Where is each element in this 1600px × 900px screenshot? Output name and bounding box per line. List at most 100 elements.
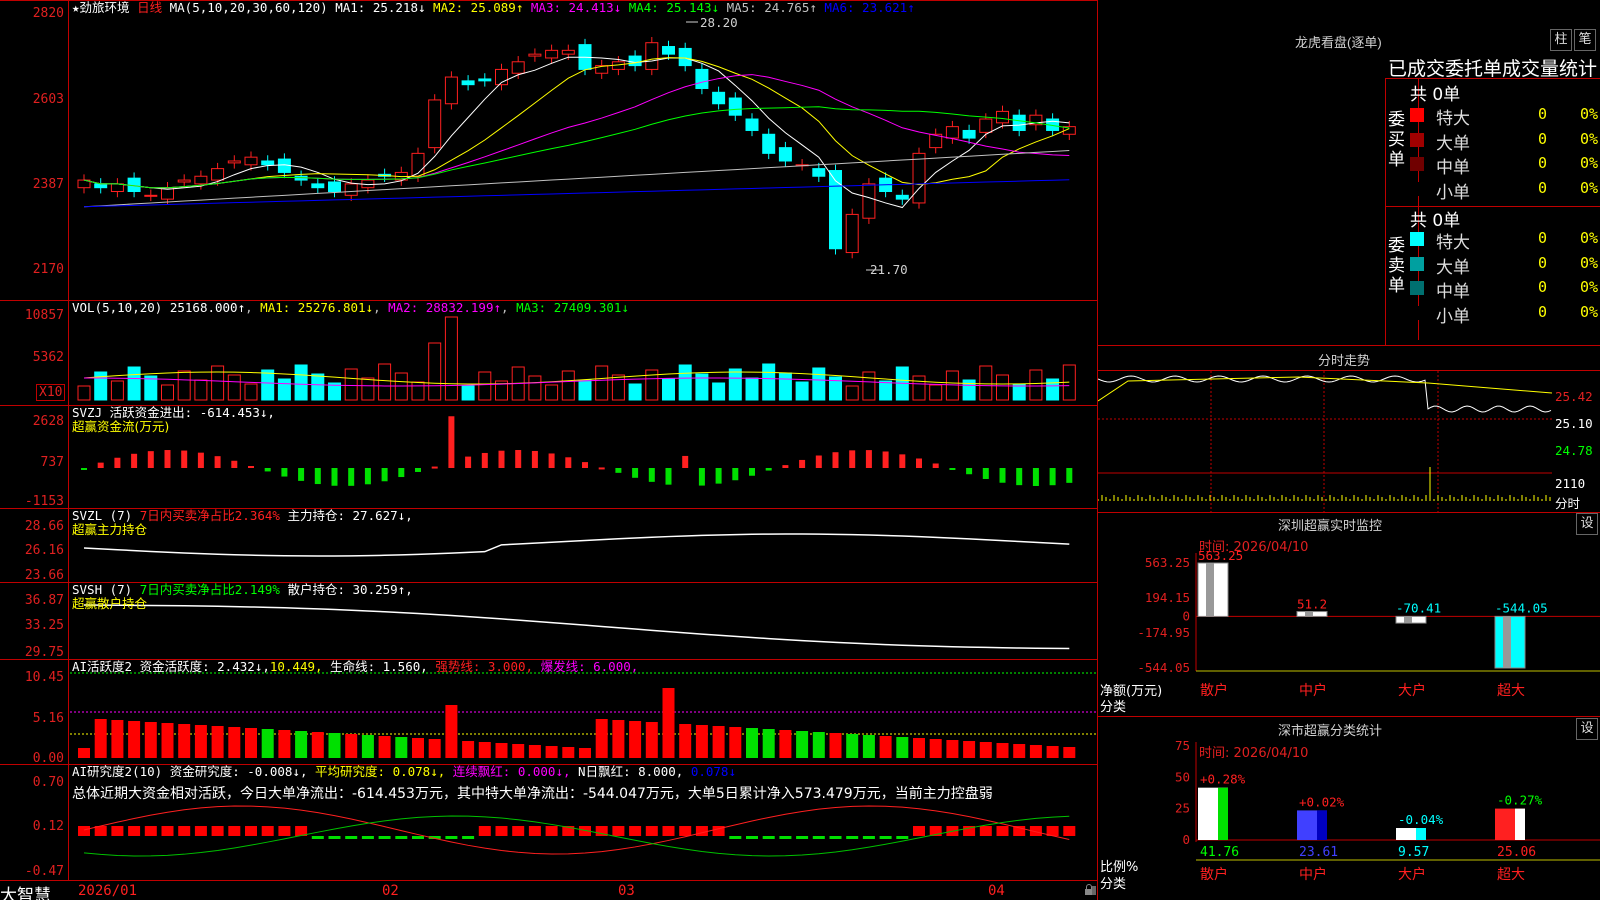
order-count: 0 (1538, 229, 1548, 247)
order-size-label: 大单 (1436, 257, 1470, 278)
volume-bar (812, 367, 826, 401)
main-net-ratio: 7日内买卖净占比2.364% (139, 508, 280, 523)
fund-flow-bar (264, 468, 271, 472)
vol-label: VOL(5,10,20) (72, 300, 163, 315)
vol-ma2: MA2: 28832.199↑ (388, 300, 502, 315)
class-axis-tick: 25 (1175, 801, 1190, 816)
candle-body (962, 129, 976, 139)
volume-bar (662, 378, 675, 401)
tick-view-button[interactable]: 笔 (1574, 29, 1596, 51)
class-bar-shade (1416, 828, 1426, 840)
order-stat-row: 特大 0 0% (1410, 227, 1600, 253)
fund-flow-bar (916, 458, 922, 468)
fund-flow-bar (565, 457, 572, 468)
research-value: 资金研究度: -0.008↓, (169, 764, 308, 779)
fund-flow-bar (715, 468, 722, 484)
life-line-value: 生命线: 1.560, (330, 659, 428, 674)
activity-bar (862, 735, 875, 758)
order-count: 0 (1538, 253, 1548, 272)
volume-bar (578, 379, 592, 401)
research-axis-tick: 0.70 (32, 775, 64, 790)
order-stat-row: 大单 0 0% (1410, 128, 1600, 154)
star-icon[interactable]: ★ (72, 0, 80, 15)
buy-total: 共 0单 (1410, 85, 1461, 105)
research-bar (629, 826, 642, 836)
volume-bar (361, 377, 375, 401)
activity-bar (328, 733, 341, 758)
order-percent: 0% (1580, 129, 1599, 148)
candle-body (227, 160, 241, 164)
fund-flow-bar (81, 468, 87, 470)
research-bar (812, 836, 825, 839)
volume-bar (461, 385, 475, 401)
retail-axis-tick: 29.75 (24, 645, 64, 660)
activity-bar (211, 726, 224, 758)
fund-flow-bar (147, 451, 154, 468)
order-count: 0 (1538, 105, 1548, 123)
ma1-value: MA1: 25.218↓ (335, 0, 426, 15)
activity-bar (1029, 745, 1042, 758)
class-chart[interactable]: 75 50 25 0 +0.28% 41.76 散户 +0.02% 23.61 中户 -0.04% 9… (1098, 716, 1600, 900)
strong-line-value: 强势线: 3.000, (435, 659, 534, 674)
research-bar (862, 836, 875, 839)
candle-body (745, 118, 759, 131)
vol-unit-badge: X10 (36, 384, 66, 401)
volume-bar (979, 365, 993, 401)
volume-bar (411, 381, 425, 401)
fund-flow-bar (164, 450, 171, 468)
order-stat-row: 小单 0 0% (1410, 177, 1600, 203)
main-holding-line (83, 533, 1070, 557)
main-chart-area[interactable]: 28.20 21.70 2820 2603 2387 2170 10857 53… (0, 0, 1098, 900)
research-bar (645, 826, 658, 836)
volume-bar (611, 374, 625, 401)
research-bar (462, 836, 475, 839)
volume-bar (211, 365, 225, 401)
price-axis-tick: 2603 (32, 92, 64, 107)
research-bar (979, 826, 992, 836)
class-change-label: -0.27% (1497, 793, 1543, 808)
volume-bar (929, 384, 943, 401)
activity-bar (695, 725, 708, 758)
candle-body (261, 160, 275, 166)
intraday-chart[interactable] (1098, 371, 1600, 513)
period-label[interactable]: 日线 (137, 0, 162, 15)
research-bar (545, 826, 558, 836)
candlestick-series (77, 36, 1076, 259)
fund-axis-tick: 2628 (32, 414, 64, 429)
class-axis-tick: 50 (1175, 769, 1190, 784)
fund-flow-bar (682, 455, 689, 468)
volume-bar (545, 384, 559, 401)
fund-flow-bar (131, 453, 138, 468)
class-xlabel: 分类 (1100, 877, 1127, 892)
n-day-red-value: N日飘红: 8.000, (578, 764, 684, 779)
color-swatch (1410, 256, 1424, 271)
volume-bar (177, 370, 191, 401)
research-bar (78, 826, 90, 836)
volume-bar (244, 383, 258, 401)
research-legend: AI研究度2(10) 资金研究度: -0.008↓, 平均研究度: 0.078↓… (72, 765, 736, 779)
retail-axis-tick: 36.87 (24, 593, 64, 608)
volume-bar (628, 383, 642, 401)
fund-flow-bar (966, 468, 973, 475)
activity-bar (896, 737, 909, 758)
class-value-label: 23.61 (1299, 845, 1338, 860)
research-bar (746, 836, 758, 839)
date-label: 04 (988, 883, 1005, 899)
vol-ma3: MA3: 27409.301↓ (516, 300, 629, 315)
class-change-label: -0.04% (1398, 812, 1444, 827)
monitor-axis-tick: 0 (1182, 608, 1190, 623)
research-bar (528, 826, 541, 836)
fund-flow-bars (81, 416, 1073, 486)
activity-bar (846, 734, 859, 758)
stock-name[interactable]: 劲旅环境 (80, 0, 130, 15)
fund-flow-bar (197, 452, 204, 468)
bar-view-button[interactable]: 柱 (1550, 29, 1572, 51)
class-category-label: 超大 (1497, 867, 1525, 883)
candle-body (444, 76, 458, 105)
sell-orders-label: 委卖单 (1388, 236, 1405, 296)
retail-holding-series (83, 604, 1070, 650)
monitor-chart[interactable]: 563.25 194.15 0 -174.95 -544.05 563.25 散户 51.2 中… (1098, 513, 1600, 713)
intraday-axis-tick: 25.10 (1555, 416, 1593, 431)
volume-bar (127, 366, 141, 401)
fund-flow-bar (582, 462, 588, 468)
